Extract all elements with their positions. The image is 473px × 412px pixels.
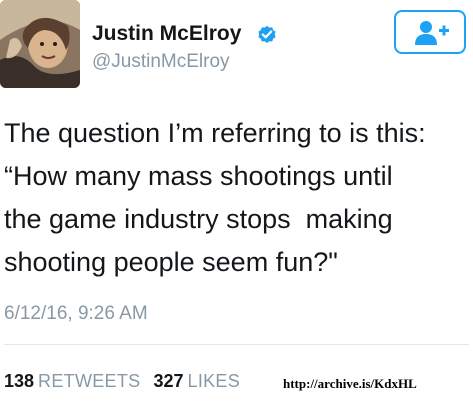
tweet-text-line: The question I’m referring to is this:	[4, 118, 426, 148]
tweet-timestamp[interactable]: 6/12/16, 9:26 AM	[4, 303, 148, 325]
tweet-card: Justin McElroy @JustinMcElroy The questi…	[0, 0, 473, 412]
follow-user-plus-icon	[415, 21, 449, 45]
tweet-text-line: “How many mass shootings until	[4, 161, 393, 191]
follow-button[interactable]	[394, 10, 466, 54]
tweet-text: The question I’m referring to is this: “…	[4, 112, 469, 284]
author-handle[interactable]: @JustinMcElroy	[92, 51, 230, 73]
retweets-count: 138	[4, 371, 35, 391]
retweets-label: RETWEETS	[38, 371, 141, 391]
verified-badge-icon	[258, 25, 276, 43]
archive-url: http://archive.is/KdxHL	[283, 376, 417, 391]
tweet-stats: 138 RETWEETS 327 LIKES	[4, 371, 240, 392]
retweets-stat[interactable]: 138 RETWEETS	[4, 371, 140, 392]
divider	[4, 344, 469, 345]
tweet-text-line: shooting people seem fun?"	[4, 247, 338, 277]
author-display-name[interactable]: Justin McElroy	[92, 22, 241, 46]
avatar[interactable]	[0, 0, 80, 88]
avatar-photo-icon	[0, 0, 80, 88]
tweet-text-line: the game industry stops making	[4, 204, 393, 234]
likes-label: LIKES	[187, 371, 241, 391]
likes-stat[interactable]: 327 LIKES	[153, 371, 240, 392]
likes-count: 327	[153, 371, 184, 391]
